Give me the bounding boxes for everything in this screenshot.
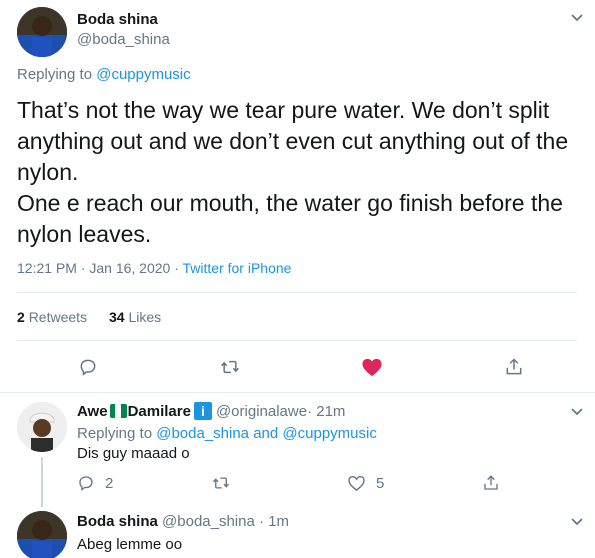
reply-author-handle[interactable]: @originalawe (216, 403, 307, 420)
replying-to-prefix: Replying to (77, 425, 157, 442)
replying-to-and[interactable]: and (249, 425, 282, 442)
reply-icon (79, 476, 93, 491)
reply-count: 2 (105, 474, 114, 492)
tweet-text: That’s not the way we tear pure water. W… (17, 95, 587, 250)
retweets-stat[interactable]: 2 Retweets (17, 309, 87, 325)
divider (0, 392, 595, 393)
reply-text: Abeg lemme oo (77, 536, 183, 553)
like-button[interactable]: 5 (347, 472, 384, 494)
divider (17, 292, 577, 293)
chevron-down-icon[interactable] (570, 407, 584, 417)
reply-header: Boda shina @boda_shina · 1m (77, 513, 289, 530)
tweet-line: One e reach our mouth, the water go fini… (17, 190, 563, 216)
reply-thread-line (41, 457, 43, 507)
source-link[interactable]: Twitter for iPhone (183, 260, 292, 276)
retweet-icon (221, 360, 239, 374)
tweet-line: That’s not the way we tear pure water. W… (17, 97, 550, 123)
replying-to-link[interactable]: @boda_shina (156, 425, 249, 442)
avatar-image (17, 511, 67, 558)
reply-avatar[interactable] (17, 402, 67, 452)
chevron-down-icon[interactable] (570, 13, 584, 23)
reply-replying-to: Replying to @boda_shina and @cuppymusic (77, 425, 377, 442)
reply-author-name-suffix[interactable]: Damilare (128, 403, 191, 420)
heart-icon (348, 475, 365, 492)
retweets-label: Retweets (28, 309, 88, 325)
reply-button[interactable]: 2 (77, 472, 113, 494)
share-icon (484, 475, 498, 490)
likes-count: 34 (109, 309, 125, 325)
reply-time[interactable]: · 21m (307, 403, 345, 420)
retweets-count: 2 (17, 309, 25, 325)
reply-author-handle[interactable]: @boda_shina (162, 513, 255, 530)
like-button[interactable] (360, 355, 384, 379)
likes-stat[interactable]: 34 Likes (109, 309, 161, 325)
author-handle[interactable]: @boda_shina (77, 31, 170, 48)
share-icon (506, 358, 522, 375)
avatar-image (17, 7, 67, 57)
retweet-button[interactable] (211, 472, 231, 494)
author-name[interactable]: Boda shina (77, 11, 158, 28)
share-button[interactable] (482, 472, 500, 494)
reply-header: Awe Damilare i @originalawe · 21m (77, 402, 345, 420)
reply-time[interactable]: · 1m (255, 513, 289, 530)
author-avatar[interactable] (17, 7, 67, 57)
chevron-down-icon[interactable] (570, 517, 584, 527)
reply-button[interactable] (76, 355, 100, 379)
retweet-button[interactable] (218, 355, 242, 379)
tweet-line: nylon. (17, 159, 79, 185)
divider (17, 340, 577, 341)
share-button[interactable] (502, 355, 526, 379)
reply-text: Dis guy maaad o (77, 445, 190, 462)
reply-author-name[interactable]: Boda shina (77, 513, 158, 530)
likes-label: Likes (128, 309, 162, 325)
replying-to: Replying to @cuppymusic (17, 66, 191, 83)
heart-filled-icon (362, 358, 382, 377)
retweet-icon (212, 477, 230, 489)
avatar-image (17, 402, 67, 452)
replying-to-prefix: Replying to (17, 66, 97, 83)
reply-action-bar: 2 5 (77, 472, 577, 494)
like-count: 5 (376, 474, 385, 492)
replying-to-link[interactable]: @cuppymusic (96, 66, 190, 83)
nigeria-flag-icon (109, 404, 127, 418)
tweet-line: nylon leaves. (17, 221, 152, 247)
tweet-line: anything out and we don’t even cut anyth… (17, 128, 569, 154)
reply-avatar[interactable] (17, 511, 67, 558)
reply-author-name[interactable]: Awe (77, 403, 108, 420)
replying-to-link[interactable]: @cuppymusic (282, 425, 376, 442)
info-icon: i (193, 402, 212, 420)
tweet-meta: 12:21 PM · Jan 16, 2020 · Twitter for iP… (17, 260, 291, 276)
reply-icon (80, 359, 96, 376)
timestamp[interactable]: 12:21 PM · Jan 16, 2020 · (17, 260, 183, 276)
